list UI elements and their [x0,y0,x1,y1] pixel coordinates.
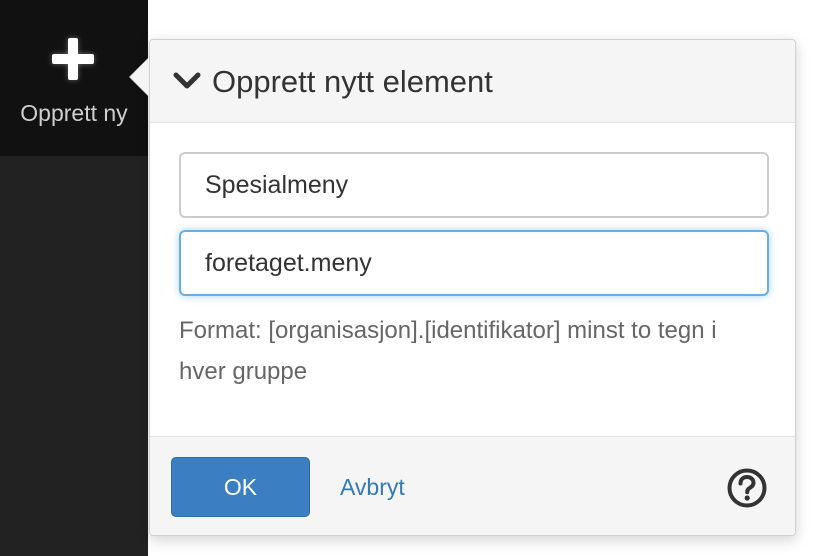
popover-title: Opprett nytt element [212,64,493,99]
format-help-text: Format: [organisasjon].[identifikator] m… [179,317,717,385]
name-input[interactable] [179,152,769,218]
chevron-down-icon[interactable] [172,70,202,92]
cancel-link[interactable]: Avbryt [340,474,405,501]
popover-footer: OK Avbryt [150,436,795,535]
question-circle-icon[interactable] [726,467,768,509]
popover-header[interactable]: Opprett nytt element [150,40,795,123]
plus-icon [52,38,94,80]
identifier-input[interactable] [179,230,769,296]
sidebar: Opprett ny [0,0,148,556]
popover-arrow [130,58,149,96]
create-element-popover: Opprett nytt element Format: [organisasj… [149,39,796,536]
create-new-label: Opprett ny [20,100,128,126]
create-new-button[interactable]: Opprett ny [0,0,148,156]
ok-button[interactable]: OK [171,457,310,517]
